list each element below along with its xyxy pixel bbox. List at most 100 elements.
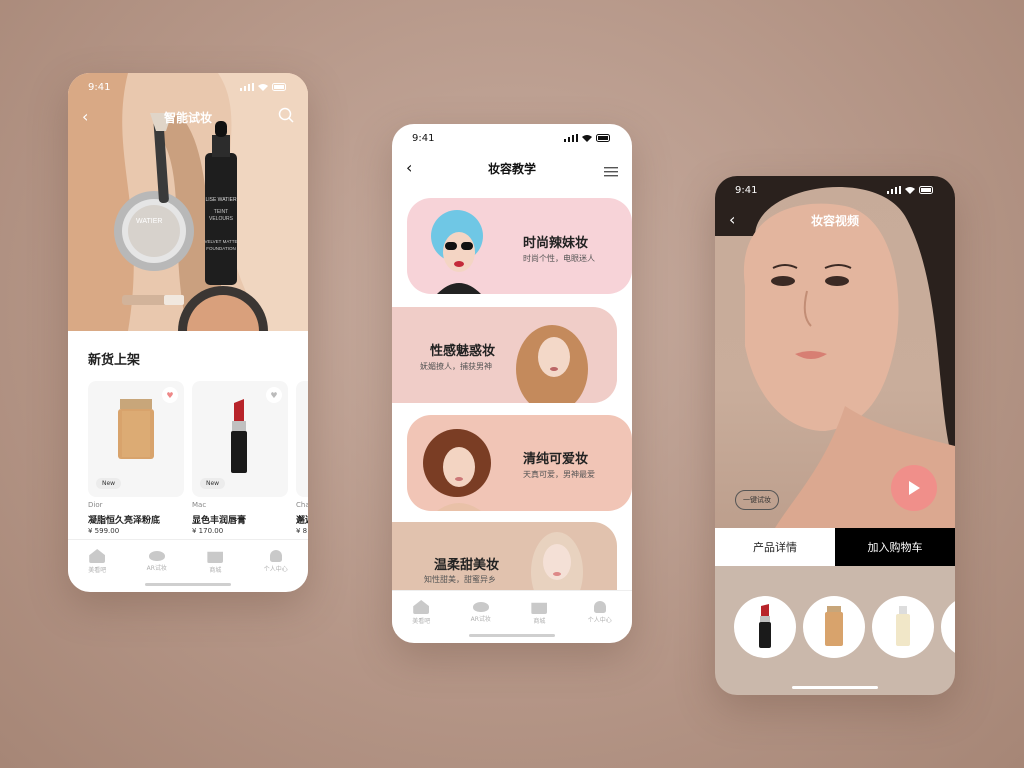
product-card[interactable] [296, 381, 308, 497]
product-brand: Mac [192, 501, 207, 509]
top-nav: ‹ 妆容视频 [715, 202, 955, 238]
new-badge: New [96, 478, 122, 489]
status-icons [564, 134, 612, 142]
phone-makeup-tutorial: 9:41 ‹ 妆容教学 时尚辣妹妆 时尚个性，电眼迷人 性感魅惑妆 妩媚撩人，捕… [392, 124, 632, 643]
page-title: 智能试妆 [163, 110, 212, 125]
wifi-icon [258, 84, 268, 91]
section-title: 新货上架 [88, 353, 141, 368]
product-name: 邂逅 [296, 516, 308, 526]
battery-icon [596, 134, 610, 142]
model-photo [423, 429, 491, 511]
one-click-tryon-button[interactable]: 一键试妆 [735, 490, 779, 510]
status-time: 9:41 [412, 132, 435, 144]
top-nav: ‹ 智能试妆 [68, 99, 308, 135]
tab-ar[interactable]: AR试妆 [147, 551, 167, 572]
add-to-cart-button[interactable]: 加入购物车 [835, 528, 955, 566]
banner-fashion[interactable] [407, 198, 632, 294]
status-bar: 9:41 [715, 176, 955, 204]
product-name: 显色丰润唇膏 [192, 516, 247, 526]
product-card[interactable]: ♥ New [88, 381, 184, 497]
product-price: ¥ 599.00 [88, 527, 120, 535]
battery-icon [919, 186, 933, 194]
status-icons [240, 83, 288, 91]
tab-profile[interactable]: 个人中心 [588, 601, 612, 624]
product-thumb[interactable] [803, 596, 865, 658]
home-icon [413, 600, 430, 614]
lips-icon [472, 602, 489, 612]
product-thumb[interactable] [872, 596, 934, 658]
tab-home[interactable]: 美看吧 [412, 600, 430, 625]
hero-brand-text: WATIER [136, 218, 162, 225]
tab-mall[interactable]: 商城 [207, 549, 224, 574]
serum-image [896, 606, 910, 646]
heart-icon[interactable]: ♥ [162, 387, 178, 403]
signal-icon [887, 186, 901, 194]
product-card[interactable]: ♥ New [192, 381, 288, 497]
bag-icon [207, 551, 224, 563]
tab-ar[interactable]: AR试妆 [471, 602, 491, 623]
banner-title: 性感魅惑妆 [430, 344, 496, 359]
product-thumb[interactable] [941, 596, 955, 658]
wifi-icon [582, 135, 592, 142]
home-icon [89, 549, 106, 563]
home-indicator [792, 686, 878, 689]
banner-title: 清纯可爱妆 [523, 452, 589, 467]
product-price: ¥ 170.00 [192, 527, 224, 535]
model-photo [431, 210, 483, 294]
bottle-line-1: TEINT [214, 209, 228, 215]
page-title: 妆容视频 [810, 213, 859, 228]
product-price: ¥ 8 [296, 527, 308, 535]
status-time: 9:41 [88, 81, 111, 93]
back-icon[interactable]: ‹ [82, 107, 88, 126]
home-indicator [145, 583, 231, 586]
play-button[interactable] [891, 465, 937, 511]
person-icon [269, 550, 282, 562]
tab-bar: 美看吧 AR试妆 商城 个人中心 [68, 539, 308, 583]
banner-sexy[interactable] [392, 307, 617, 403]
model-photo [516, 325, 588, 403]
banner-cute[interactable] [407, 415, 632, 511]
back-icon[interactable]: ‹ [729, 210, 735, 229]
tab-mall[interactable]: 商城 [531, 600, 548, 625]
tab-bar: 美看吧 AR试妆 商城 个人中心 [392, 590, 632, 634]
page-title: 妆容教学 [487, 161, 536, 176]
heart-icon[interactable]: ♥ [266, 387, 282, 403]
phone-makeup-video: 9:41 ‹ 妆容视频 一键试妆 产品详情 加入购物车 [715, 176, 955, 695]
product-name: 凝脂恒久亮泽粉底 [88, 516, 161, 526]
tab-profile[interactable]: 个人中心 [264, 550, 288, 573]
home-indicator [469, 634, 555, 637]
banner-subtitle: 天真可爱，男神最爱 [523, 470, 595, 479]
menu-icon[interactable] [604, 162, 618, 181]
product-thumb[interactable] [734, 596, 796, 658]
wifi-icon [905, 187, 915, 194]
person-icon [593, 601, 606, 613]
back-icon[interactable]: ‹ [406, 158, 412, 177]
banner-subtitle: 知性甜美，甜蜜异乡 [424, 575, 496, 584]
bottle-line-2: VELOURS [209, 216, 234, 222]
lipstick-image [759, 604, 771, 648]
bottle-brand-text: LISE WATIER [205, 197, 237, 203]
battery-icon [272, 83, 286, 91]
banner-subtitle: 时尚个性，电眼迷人 [523, 254, 595, 263]
search-icon[interactable] [278, 107, 294, 127]
product-brand: Cha [296, 501, 308, 509]
status-bar: 9:41 [392, 124, 632, 152]
status-time: 9:41 [735, 184, 758, 196]
tab-home[interactable]: 美看吧 [88, 549, 106, 574]
status-bar: 9:41 [68, 73, 308, 101]
banner-subtitle: 妩媚撩人，捕获男神 [420, 362, 492, 371]
product-brand: Dior [88, 501, 103, 509]
detail-cart-tabs: 产品详情 加入购物车 [715, 528, 955, 566]
top-nav: ‹ 妆容教学 [392, 150, 632, 186]
bottle-line-3: VELVET MATTE [204, 239, 237, 244]
new-badge: New [200, 478, 226, 489]
foundation-image [825, 606, 843, 646]
banner-title: 时尚辣妹妆 [523, 236, 589, 251]
phone-smart-tryon: WATIER LISE WATIER TEINT VELOURS VELVET … [68, 73, 308, 592]
tab-product-details[interactable]: 产品详情 [715, 528, 835, 566]
bag-icon [531, 602, 548, 614]
status-icons [887, 186, 935, 194]
signal-icon [240, 83, 254, 91]
lips-icon [148, 551, 165, 561]
play-icon [909, 481, 920, 495]
